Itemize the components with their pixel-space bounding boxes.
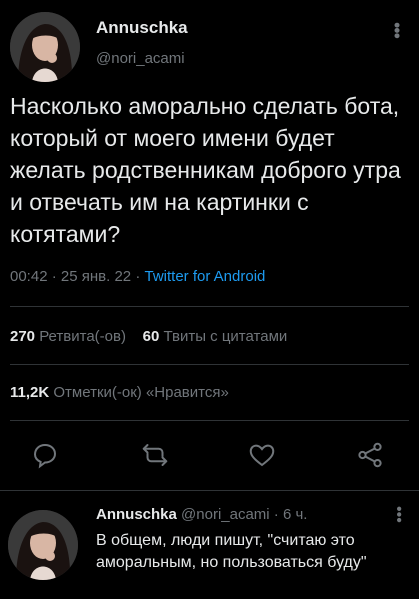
author-handle[interactable]: @nori_acami [96,50,185,67]
divider [0,490,419,491]
divider [10,420,409,421]
tweet-date: 25 янв. 22 [60,268,132,285]
avatar[interactable] [10,12,80,82]
retweets-label: Ретвита(-ов) [39,328,126,345]
tweet-meta: 00:42 · 25 янв. 22 · Twitter for Android [10,268,265,285]
reply-text: В общем, люди пишут, "считаю это амораль… [96,532,367,571]
divider [10,306,409,307]
author-name[interactable]: Annuschka [96,18,188,38]
retweet-stats: 270 Ретвита(-ов) 60 Твиты с цитатами [10,328,287,345]
quotes-link[interactable]: 60 Твиты с цитатами [143,328,288,345]
tweet-time: 00:42 [10,268,48,285]
avatar-image [10,12,80,82]
likes-count: 11,2K [10,384,50,401]
reply-time: 6 ч. [282,506,308,523]
tweet-text: Насколько аморально сделать бота, которы… [10,93,401,247]
retweets-count: 270 [10,328,36,345]
quotes-label: Твиты с цитатами [163,328,288,345]
like-icon[interactable] [247,440,277,470]
tweet-client-link[interactable]: Twitter for Android [144,268,265,285]
divider [10,364,409,365]
likes-label: Отметки(-ок) «Нравится» [53,384,229,401]
retweet-icon[interactable] [140,440,170,470]
meta-separator: · [273,506,283,523]
share-icon[interactable] [355,440,385,470]
reply-tweet[interactable]: Annuschka @nori_acami · 6 ч. ••• В общем… [0,492,419,599]
reply-icon[interactable] [30,440,60,470]
reply-more-options-icon[interactable]: ••• [389,506,407,523]
reply-header: Annuschka @nori_acami · 6 ч. [96,506,307,523]
reply-avatar[interactable] [8,510,78,580]
reply-author-name[interactable]: Annuschka [96,506,177,523]
retweets-link[interactable]: 270 Ретвита(-ов) [10,328,130,345]
quotes-count: 60 [142,328,160,345]
avatar-image [8,510,78,580]
more-options-icon[interactable]: ••• [386,22,407,38]
tweet-header: Annuschka @nori_acami ••• [0,0,419,92]
reply-author-handle[interactable]: @nori_acami [181,506,270,523]
meta-separator: · [51,268,61,285]
likes-stats[interactable]: 11,2K Отметки(-ок) «Нравится» [10,384,229,401]
tweet-actions [0,440,419,480]
